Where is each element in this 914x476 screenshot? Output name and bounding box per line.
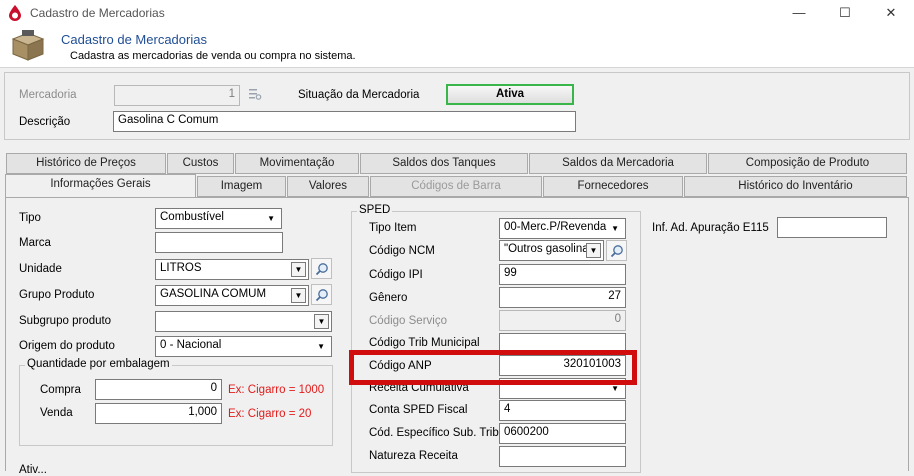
tab-fornecedores[interactable]: Fornecedores (543, 176, 683, 197)
chevron-down-icon[interactable]: ▼ (291, 288, 306, 303)
grupo-produto-value: GASOLINA COMUM (160, 288, 267, 300)
tab-movimentacao[interactable]: Movimentação (235, 153, 359, 174)
cod-especifico-label: Cód. Específico Sub. Trib (369, 427, 499, 439)
bottom-partial-label: Ativ... (19, 464, 47, 476)
codigo-servico-label: Código Serviço (369, 315, 447, 327)
compra-label: Compra (40, 384, 81, 396)
chevron-down-icon[interactable]: ▼ (314, 314, 329, 329)
unidade-value: LITROS (160, 262, 202, 274)
sped-group-title: SPED (357, 204, 393, 216)
genero-label: Gênero (369, 292, 408, 304)
unidade-label: Unidade (19, 263, 62, 275)
tab-codigos-barra: Códigos de Barra (370, 176, 542, 197)
ncm-lookup-button[interactable] (606, 240, 627, 261)
marca-input[interactable] (155, 232, 283, 253)
compra-hint: Ex: Cigarro = 1000 (228, 384, 325, 396)
ncm-combo[interactable]: "Outros gasolinas ▼ (499, 240, 604, 261)
tipo-value: Combustível (160, 211, 224, 223)
conta-sped-input[interactable]: 4 (499, 400, 626, 421)
trib-municipal-label: Código Trib Municipal (369, 337, 480, 349)
box-icon (11, 30, 45, 61)
tab-historico-inventario[interactable]: Histórico do Inventário (684, 176, 907, 197)
codigo-servico-input: 0 (499, 310, 626, 331)
ipi-input[interactable]: 99 (499, 264, 626, 285)
origem-value: 0 - Nacional (160, 339, 222, 351)
unidade-lookup-button[interactable] (311, 258, 332, 279)
form-header: Cadastro de Mercadorias Cadastra as merc… (0, 26, 914, 68)
grupo-produto-lookup-button[interactable] (311, 284, 332, 305)
tab-custos[interactable]: Custos (167, 153, 234, 174)
chevron-down-icon: ▼ (317, 342, 325, 351)
chevron-down-icon[interactable]: ▼ (586, 243, 601, 258)
situacao-status-button[interactable]: Ativa (446, 84, 574, 105)
list-search-icon[interactable] (248, 87, 262, 101)
natureza-receita-input[interactable] (499, 446, 626, 467)
unidade-combo[interactable]: LITROS ▼ (155, 259, 309, 280)
tab-historico-precos[interactable]: Histórico de Preços (6, 153, 166, 174)
app-drop-icon (9, 5, 21, 21)
tipo-select[interactable]: Combustível ▼ (155, 208, 282, 229)
mercadoria-label: Mercadoria (19, 89, 77, 101)
close-button[interactable]: ✕ (868, 0, 914, 26)
origem-label: Origem do produto (19, 340, 115, 352)
subgrupo-label: Subgrupo produto (19, 315, 112, 327)
tab-informacoes-gerais[interactable]: Informações Gerais (5, 174, 196, 197)
tab-saldos-mercadoria[interactable]: Saldos da Mercadoria (529, 153, 707, 174)
e115-label: Inf. Ad. Apuração E115 (652, 222, 769, 234)
conta-sped-label: Conta SPED Fiscal (369, 404, 468, 416)
tab-composicao-produto[interactable]: Composição de Produto (708, 153, 907, 174)
search-icon (610, 245, 623, 258)
venda-hint: Ex: Cigarro = 20 (228, 408, 312, 420)
quantidade-group-title: Quantidade por embalagem (25, 358, 172, 370)
chevron-down-icon: ▼ (267, 214, 275, 223)
venda-label: Venda (40, 407, 73, 419)
marca-label: Marca (19, 237, 51, 249)
situacao-label: Situação da Mercadoria (298, 89, 420, 101)
minimize-button[interactable]: — (776, 0, 822, 26)
chevron-down-icon[interactable]: ▼ (291, 262, 306, 277)
compra-input[interactable]: 0 (95, 379, 222, 400)
grupo-produto-combo[interactable]: GASOLINA COMUM ▼ (155, 285, 309, 306)
search-icon (315, 263, 328, 276)
anp-highlight-box (349, 350, 637, 385)
e115-input[interactable] (777, 217, 887, 238)
search-icon (315, 289, 328, 302)
tab-imagem[interactable]: Imagem (197, 176, 286, 197)
window-title: Cadastro de Mercadorias (30, 6, 165, 20)
mercadoria-field: 1 (114, 85, 240, 106)
maximize-button[interactable]: ☐ (822, 0, 868, 26)
tipo-item-label: Tipo Item (369, 222, 417, 234)
genero-input[interactable]: 27 (499, 287, 626, 308)
descricao-input[interactable]: Gasolina C Comum (113, 111, 576, 132)
natureza-receita-label: Natureza Receita (369, 450, 458, 462)
tipo-item-value: 00-Merc.P/Revenda (504, 221, 607, 233)
ipi-label: Código IPI (369, 269, 423, 281)
cod-especifico-input[interactable]: 0600200 (499, 423, 626, 444)
tipo-label: Tipo (19, 212, 41, 224)
venda-input[interactable]: 1,000 (95, 403, 222, 424)
origem-select[interactable]: 0 - Nacional ▼ (155, 336, 332, 357)
tab-saldos-tanques[interactable]: Saldos dos Tanques (360, 153, 528, 174)
grupo-produto-label: Grupo Produto (19, 289, 95, 301)
descricao-label: Descrição (19, 116, 71, 128)
ncm-label: Código NCM (369, 245, 435, 257)
header-subtitle: Cadastra as mercadorias de venda ou comp… (70, 50, 356, 62)
header-title: Cadastro de Mercadorias (61, 32, 207, 47)
ncm-value: "Outros gasolinas (504, 243, 595, 255)
tipo-item-select[interactable]: 00-Merc.P/Revenda ▼ (499, 218, 626, 239)
title-bar: Cadastro de Mercadorias — ☐ ✕ (0, 0, 914, 26)
tab-valores[interactable]: Valores (287, 176, 369, 197)
subgrupo-combo[interactable]: ▼ (155, 311, 332, 332)
chevron-down-icon: ▼ (611, 224, 619, 233)
